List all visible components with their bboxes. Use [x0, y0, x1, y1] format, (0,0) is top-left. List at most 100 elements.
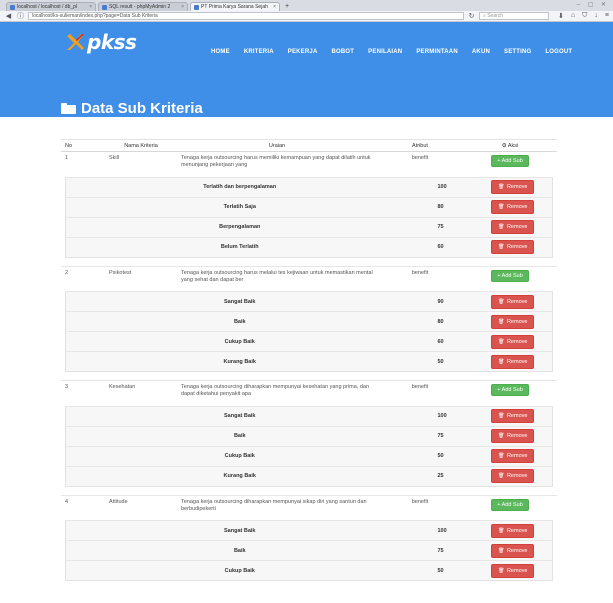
sub-table-cell: Sangat Baik 100 🗑 Remove Baik 75 🗑 Remove Cuku…: [61, 517, 557, 589]
remove-button[interactable]: 🗑 Remove: [491, 449, 535, 463]
trash-icon: 🗑: [498, 244, 505, 250]
trash-icon: 🗑: [498, 298, 505, 305]
menu-logout[interactable]: LOGOUT: [545, 49, 572, 55]
sub-item-value: 60: [413, 331, 474, 352]
menu-home[interactable]: HOME: [211, 49, 230, 55]
sub-item-value: 50: [413, 351, 474, 372]
remove-label: Remove: [506, 358, 528, 365]
sub-item-value: 50: [413, 560, 474, 581]
sub-item-row: Belum Terlatih 60 🗑 Remove: [65, 236, 553, 257]
menu-pekerja[interactable]: PEKERJA: [288, 49, 318, 55]
trash-icon: 🗑: [498, 224, 505, 230]
sub-item-value: 75: [413, 425, 474, 446]
sub-item-value: 75: [413, 216, 474, 237]
remove-button[interactable]: 🗑 Remove: [491, 409, 535, 423]
menu-setting[interactable]: SETTING: [504, 49, 531, 55]
sub-item-name: Baik: [65, 540, 414, 561]
remove-label: Remove: [506, 433, 528, 439]
browser-tab[interactable]: SQL result - phpMyAdmin 2 ×: [98, 2, 188, 11]
sub-kriteria-table: No Nama Kriteria Uraian Atribut ⚙ Aksi 1…: [61, 139, 557, 589]
sub-item-row: Baik 80 🗑 Remove: [65, 311, 553, 332]
sub-item-name: Sangat Baik: [65, 520, 414, 541]
remove-button[interactable]: 🗑 Remove: [491, 180, 535, 194]
browser-tab-bar: localhost / localhost / db_pl × SQL resul…: [0, 0, 613, 11]
reload-icon[interactable]: ↻: [467, 12, 476, 20]
criteria-atribut: benefit: [377, 151, 463, 174]
sub-item-name: Cukup Baik: [65, 445, 414, 466]
menu-bobot[interactable]: BOBOT: [332, 49, 355, 55]
sub-item-aksi: 🗑 Remove: [473, 560, 553, 581]
criteria-aksi: + Add Sub: [463, 380, 557, 403]
back-icon[interactable]: ◀: [4, 12, 13, 20]
browser-tab-active[interactable]: PT Prima Karya Sarana Sejah ×: [190, 2, 280, 11]
sub-item-row: Cukup Baik 50 🗑 Remove: [65, 445, 553, 466]
url-bar[interactable]: localhost/ks-sulieman/index.php?page=Dat…: [28, 12, 465, 20]
new-tab-button[interactable]: +: [282, 2, 292, 11]
browser-tab[interactable]: localhost / localhost / db_pl ×: [6, 2, 96, 11]
remove-button[interactable]: 🗑 Remove: [491, 563, 535, 578]
remove-button[interactable]: 🗑 Remove: [491, 240, 535, 254]
remove-button[interactable]: 🗑 Remove: [491, 334, 535, 349]
sub-item-name: Berpengalaman: [65, 216, 414, 237]
remove-button[interactable]: 🗑 Remove: [491, 543, 535, 558]
col-no: No: [61, 139, 105, 152]
remove-button[interactable]: 🗑 Remove: [491, 354, 535, 369]
criteria-no: 2: [61, 265, 105, 288]
criteria-row: 3 Kesehatan Tenaga kerja outsourcing dihar…: [61, 380, 557, 403]
trash-icon: 🗑: [498, 567, 505, 574]
downloads-arrow-icon[interactable]: ↓: [594, 12, 598, 20]
sub-item-aksi: 🗑 Remove: [473, 291, 553, 312]
search-input[interactable]: ⌕ Search: [479, 12, 550, 20]
criteria-name: Kesehatan: [105, 380, 177, 403]
menu-icon[interactable]: ≡: [605, 12, 609, 20]
site-logo[interactable]: pkss: [65, 30, 137, 54]
menu-kriteria[interactable]: KRITERIA: [244, 49, 274, 55]
tab-close-icon[interactable]: ×: [181, 4, 184, 10]
remove-button[interactable]: 🗑 Remove: [491, 314, 535, 329]
criteria-row: 4 Attitude Tenaga kerja outsourcing dihara…: [61, 494, 557, 517]
remove-button[interactable]: 🗑 Remove: [491, 220, 535, 234]
remove-label: Remove: [506, 184, 528, 190]
sub-item-value: 100: [413, 405, 474, 426]
add-sub-button[interactable]: + Add Sub: [491, 384, 529, 396]
menu-penilaian[interactable]: PENILAIAN: [368, 49, 402, 55]
sub-item-aksi: 🗑 Remove: [473, 311, 553, 332]
remove-button[interactable]: 🗑 Remove: [491, 523, 535, 538]
window-controls[interactable]: – ▢ ✕: [577, 1, 609, 8]
menu-permintaan[interactable]: PERMINTAAN: [416, 49, 458, 55]
sub-item-row: Cukup Baik 60 🗑 Remove: [65, 331, 553, 352]
criteria-uraian: Tenaga kerja outsourcing diharapkan memp…: [177, 494, 377, 517]
add-sub-button[interactable]: + Add Sub: [491, 498, 529, 511]
sub-item-value: 80: [413, 311, 474, 332]
remove-button[interactable]: 🗑 Remove: [491, 200, 535, 214]
sub-item-row: Terlatih Saja 80 🗑 Remove: [65, 196, 553, 217]
trash-icon: 🗑: [498, 453, 505, 459]
criteria-uraian: Tenaga kerja outsourcing harus memiliki …: [177, 151, 377, 174]
menu-akun[interactable]: AKUN: [472, 49, 490, 55]
home-icon[interactable]: ⌂: [571, 12, 575, 20]
sub-item-aksi: 🗑 Remove: [473, 216, 553, 237]
tab-close-icon[interactable]: ×: [273, 4, 276, 10]
info-icon[interactable]: ⓘ: [16, 11, 25, 21]
sub-table: Sangat Baik 100 🗑 Remove Baik 75 🗑 Remove Cuku…: [65, 405, 553, 487]
sub-item-name: Baik: [65, 311, 414, 332]
remove-button[interactable]: 🗑 Remove: [491, 294, 535, 309]
sub-item-value: 25: [413, 465, 474, 486]
add-sub-button[interactable]: + Add Sub: [491, 155, 529, 167]
sub-item-row: Baik 75 🗑 Remove: [65, 425, 553, 446]
remove-button[interactable]: 🗑 Remove: [491, 469, 535, 483]
shield-icon[interactable]: ⛉: [582, 12, 587, 20]
main-menu: HOME KRITERIA PEKERJA BOBOT PENILAIAN PE…: [211, 49, 572, 55]
remove-label: Remove: [506, 567, 528, 574]
remove-button[interactable]: 🗑 Remove: [491, 429, 535, 443]
site-header: pkss HOME KRITERIA PEKERJA BOBOT PENILAI…: [0, 22, 613, 117]
main-content: No Nama Kriteria Uraian Atribut ⚙ Aksi 1…: [0, 117, 557, 589]
sub-item-name: Terlatih dan berpengalaman: [65, 176, 414, 197]
criteria-row: 1 Skill Tenaga kerja outsourcing harus mem…: [61, 151, 557, 174]
sub-item-name: Kurang Baik: [65, 351, 414, 372]
download-icon[interactable]: ⬇: [558, 12, 564, 20]
sub-item-row: Sangat Baik 100 🗑 Remove: [65, 520, 553, 541]
criteria-atribut: benefit: [377, 265, 463, 288]
add-sub-button[interactable]: + Add Sub: [491, 269, 529, 282]
tab-close-icon[interactable]: ×: [89, 4, 92, 10]
